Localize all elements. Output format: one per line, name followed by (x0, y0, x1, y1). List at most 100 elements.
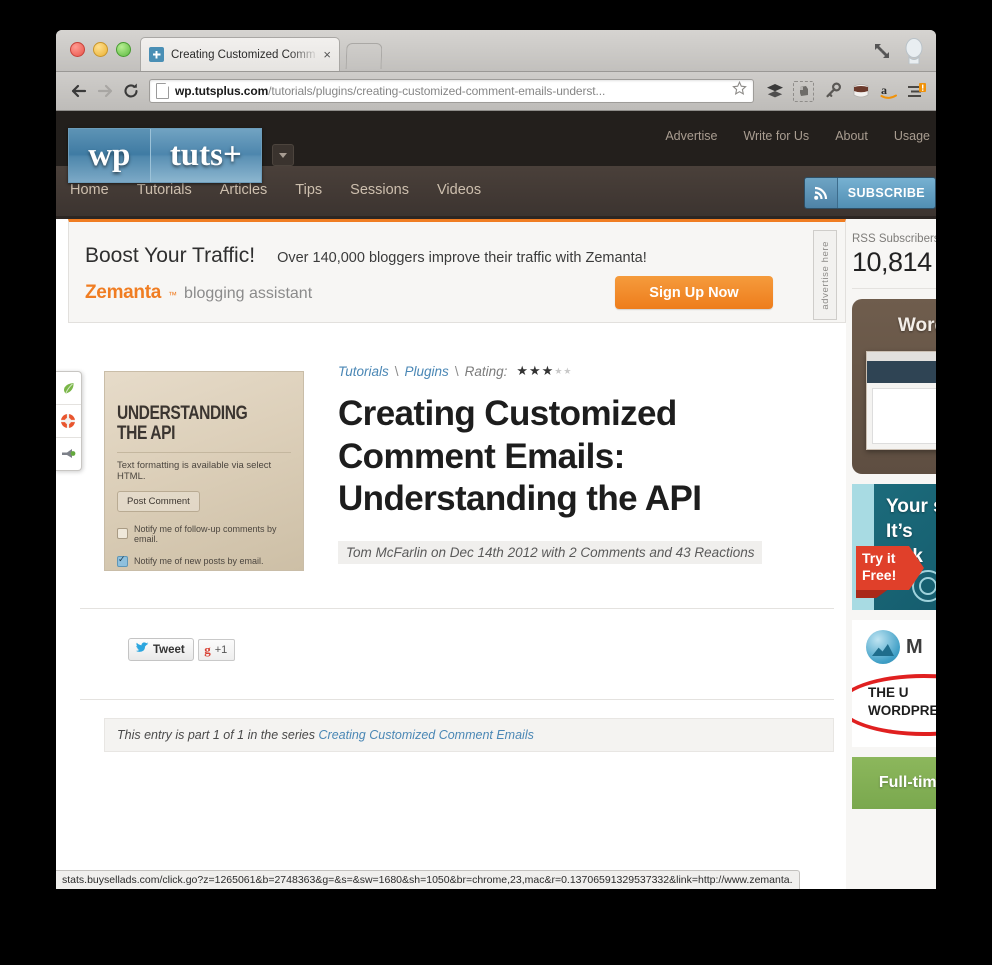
browser-toolbar: wp.tutsplus.com/tutorials/plugins/creati… (56, 72, 936, 111)
address-bar[interactable]: wp.tutsplus.com/tutorials/plugins/creati… (149, 79, 754, 103)
nav-item-home[interactable]: Home (70, 182, 109, 198)
amazon-icon[interactable]: a (879, 82, 898, 101)
subscribe-button[interactable]: SUBSCRIBE (803, 177, 936, 209)
mountain-logo-icon (866, 630, 900, 664)
thumbnail-content: UNDERSTANDING THE API Text formatting is… (105, 372, 303, 570)
thumbnail-title: UNDERSTANDING THE API (117, 403, 248, 444)
site-logo[interactable]: wp tuts+ (68, 128, 262, 183)
nav-item-sessions[interactable]: Sessions (350, 182, 409, 198)
gplus-label: +1 (214, 644, 228, 657)
main-column: Boost Your Traffic! Over 140,000 blogger… (68, 219, 846, 753)
nav-item-tutorials[interactable]: Tutorials (137, 182, 192, 198)
wordpress-favicon (149, 47, 164, 62)
thumbnail-note: Text formatting is available via select … (117, 459, 272, 482)
page-info-icon (156, 83, 169, 99)
content-divider-2 (80, 699, 834, 701)
minimize-window-button[interactable] (93, 42, 108, 57)
ribbon-line2: Free! (862, 566, 897, 583)
lastpass-key-icon[interactable] (823, 82, 842, 101)
browser-tab-active[interactable]: Creating Customized Comm × (140, 37, 340, 71)
ribbon-line1: Try it (862, 550, 896, 566)
back-button[interactable] (66, 78, 92, 104)
star-filled-2: ★ (529, 363, 541, 378)
window-right-controls (872, 38, 926, 65)
green-ad-text: Full-time, P (852, 757, 936, 809)
series-link[interactable]: Creating Customized Comment Emails (319, 728, 534, 742)
rss-subscribers-count: 10,814 (852, 247, 932, 277)
close-tab-icon[interactable]: × (323, 48, 331, 61)
nav-item-articles[interactable]: Articles (220, 182, 268, 198)
rss-icon (804, 178, 838, 208)
forward-button[interactable] (92, 78, 118, 104)
series-prefix: This entry is part 1 of 1 in the series (117, 728, 316, 743)
browser-window: Creating Customized Comm × wp.tutsplus.c… (56, 30, 936, 889)
leaf-icon[interactable] (56, 372, 81, 405)
thumbnail-check1-label: Notify me of follow-up comments by email… (134, 523, 277, 544)
article-byline: Tom McFarlin on Dec 14th 2012 with 2 Com… (338, 541, 763, 565)
thumbnail-check2-label: Notify me of new posts by email. (134, 556, 264, 567)
article-thumbnail[interactable]: UNDERSTANDING THE API Text formatting is… (104, 371, 304, 571)
sidebar-ad-teal[interactable]: Your s It’s Mak Try it Free! (852, 484, 936, 610)
breadcrumb-separator-1: \ (394, 363, 399, 379)
wordpress-ad-screenshot (866, 351, 936, 450)
reload-button[interactable] (118, 78, 144, 104)
sign-up-now-button[interactable]: Sign Up Now (615, 276, 773, 309)
top-link-usage[interactable]: Usage (894, 129, 930, 143)
teal-ad-line1: Your s (886, 496, 936, 517)
sidebar-ad-wordpress[interactable]: Word (852, 299, 936, 474)
site-header-top: wp tuts+ Advertise Write for Us About Us… (56, 111, 936, 183)
url-text: wp.tutsplus.com/tutorials/plugins/creati… (175, 84, 728, 98)
page-title: Creating Customized Comment Emails: Unde… (338, 394, 702, 519)
top-link-advertise[interactable]: Advertise (665, 129, 717, 143)
close-window-button[interactable] (70, 42, 85, 57)
bookmark-star-icon[interactable] (732, 80, 747, 101)
breadcrumb-tutorials[interactable]: Tutorials (338, 364, 389, 379)
wordpress-ad-title: Word (897, 315, 936, 336)
zemanta-float-toolbar (56, 371, 82, 471)
star-filled-3: ★ (541, 363, 554, 378)
lifering-icon[interactable] (56, 405, 81, 438)
zemanta-brand: Zemanta (85, 282, 162, 303)
nav-item-videos[interactable]: Videos (437, 182, 481, 198)
url-path: /tutorials/plugins/creating-customized-c… (268, 84, 606, 98)
advertise-here-label: advertise here (819, 240, 831, 310)
maximize-window-button[interactable] (116, 42, 131, 57)
google-plus-one-button[interactable]: g +1 (198, 639, 236, 662)
nav-item-list: Home Tutorials Articles Tips Sessions Vi… (70, 182, 481, 198)
tab-title: Creating Customized Comm (171, 48, 316, 61)
network-dropdown-button[interactable] (272, 144, 294, 166)
rating-stars[interactable]: ★ ★ ★ ★ ★ (516, 363, 571, 379)
teal-ad-line2: It’s (886, 521, 913, 543)
star-empty-5: ★ (563, 365, 572, 376)
fullscreen-icon[interactable] (872, 41, 892, 61)
banner-title: Boost Your Traffic! (85, 244, 256, 267)
menu-badge-icon[interactable] (907, 82, 926, 101)
breadcrumb-separator-2: \ (454, 363, 459, 379)
sidebar-ad-white[interactable]: M THE U WORDPRES (852, 620, 936, 747)
social-share-buttons: Tweet g +1 (68, 609, 846, 662)
screenshot-browser-bar (867, 352, 936, 361)
rss-subscribers-box: RSS Subscribers 10,814 (852, 219, 936, 289)
thumbnail-checkbox-row-1: Notify me of follow-up comments by email… (117, 524, 291, 544)
screenshot-site-nav (867, 361, 936, 383)
series-notice: This entry is part 1 of 1 in the series … (104, 718, 834, 753)
thumbnail-divider (117, 451, 291, 453)
checkbox-unchecked-icon (117, 528, 128, 540)
breadcrumb-plugins[interactable]: Plugins (405, 364, 449, 379)
tweet-button[interactable]: Tweet (128, 638, 194, 662)
buffer-layers-icon[interactable] (765, 82, 784, 101)
top-link-about[interactable]: About (835, 129, 868, 143)
evernote-icon[interactable] (793, 80, 814, 102)
advertise-here-tab[interactable]: advertise here (813, 230, 837, 320)
banner-subtitle: Over 140,000 bloggers improve their traf… (277, 250, 647, 266)
user-avatar-icon[interactable] (902, 38, 926, 65)
robber-mask-icon[interactable] (851, 82, 870, 101)
nav-item-tips[interactable]: Tips (295, 182, 322, 198)
top-link-write-for-us[interactable]: Write for Us (743, 129, 809, 143)
megaphone-icon[interactable] (56, 438, 81, 470)
zemanta-banner-ad[interactable]: Boost Your Traffic! Over 140,000 blogger… (68, 219, 846, 323)
sidebar-ad-green[interactable]: Full-time, P (852, 757, 936, 809)
rss-subscribers-label: RSS Subscribers (852, 233, 936, 245)
article-header: UNDERSTANDING THE API Text formatting is… (68, 323, 846, 571)
new-tab-button[interactable] (345, 43, 383, 69)
